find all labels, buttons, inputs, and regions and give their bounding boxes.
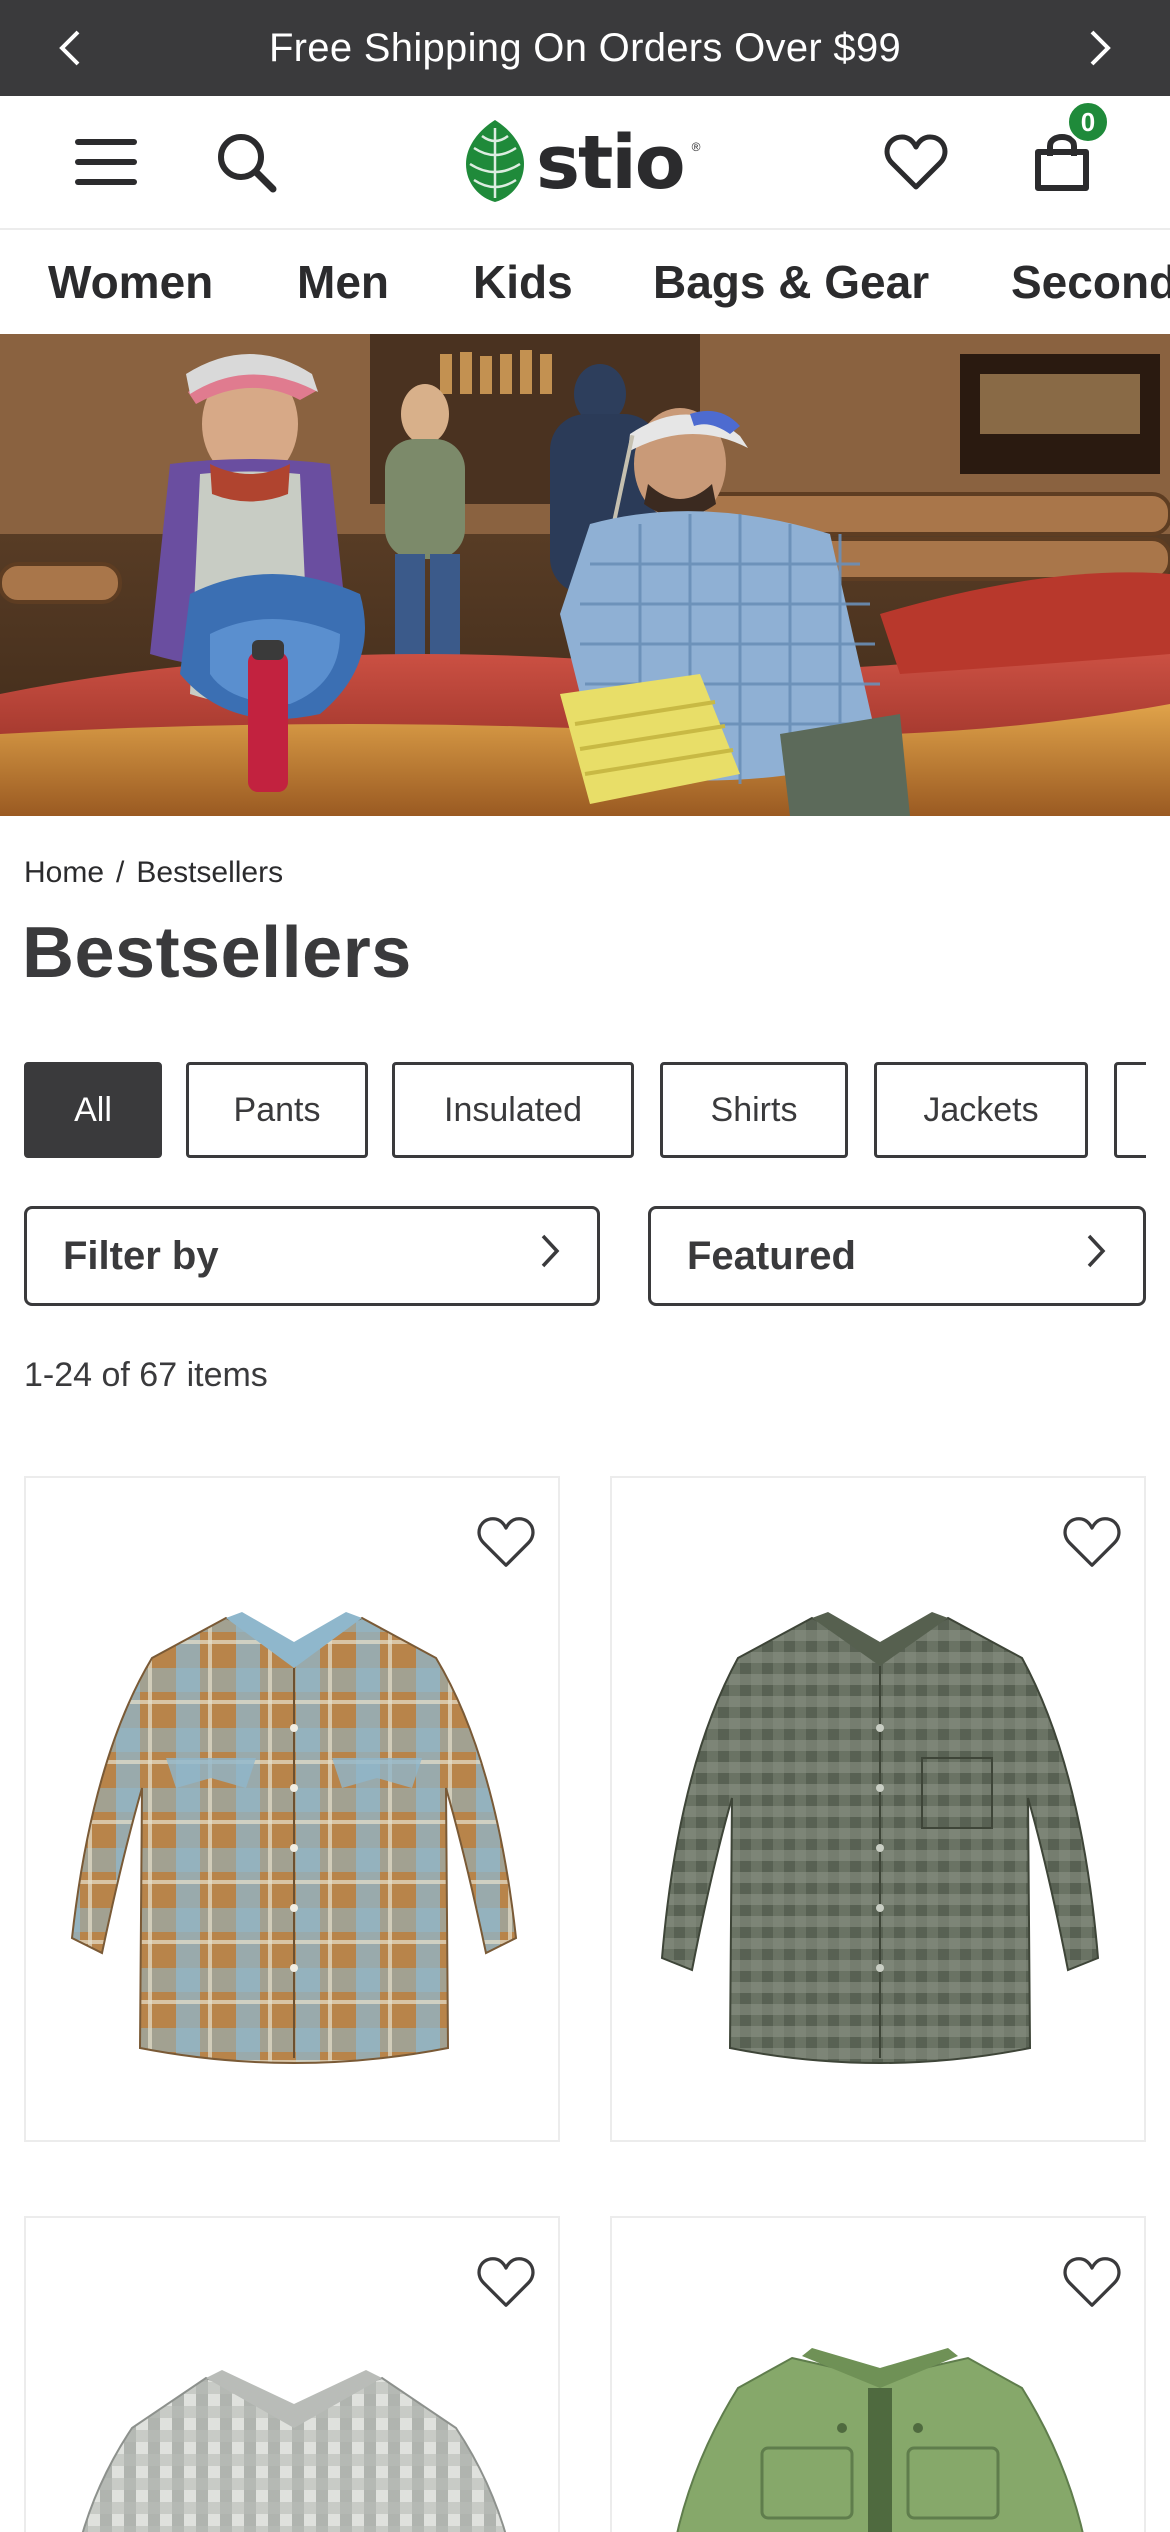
nav-bags-gear[interactable]: Bags & Gear [653, 254, 929, 310]
chip-insulated[interactable]: Insulated [392, 1062, 634, 1158]
heart-icon[interactable] [474, 1512, 538, 1572]
heart-icon[interactable] [474, 2252, 538, 2312]
cart-count-badge: 0 [1066, 100, 1110, 144]
hero-banner-image [0, 334, 1170, 816]
nav-second[interactable]: Second [1011, 254, 1170, 310]
heart-icon[interactable] [878, 126, 954, 198]
menu-icon[interactable] [68, 126, 144, 198]
page-title: Bestsellers [22, 913, 412, 993]
promo-bar: Free Shipping On Orders Over $99 [0, 0, 1170, 96]
chip-pants[interactable]: Pants [186, 1062, 368, 1158]
chevron-left-icon[interactable] [44, 22, 96, 74]
results-count: 1-24 of 67 items [24, 1356, 268, 1394]
sort-featured-button[interactable]: Featured [648, 1206, 1146, 1306]
chip-shirts[interactable]: Shirts [660, 1062, 848, 1158]
pinecone-icon [462, 118, 528, 209]
product-card[interactable] [610, 2216, 1146, 2532]
heart-icon[interactable] [1060, 1512, 1124, 1572]
product-image [676, 2348, 1084, 2532]
filter-by-button[interactable]: Filter by [24, 1206, 600, 1306]
chevron-right-icon [1085, 1233, 1107, 1279]
product-image [81, 2370, 507, 2532]
nav-kids[interactable]: Kids [473, 254, 573, 310]
promo-text[interactable]: Free Shipping On Orders Over $99 [269, 26, 901, 71]
chevron-right-icon[interactable] [1074, 22, 1126, 74]
chevron-right-icon [539, 1233, 561, 1279]
product-card[interactable] [24, 2216, 560, 2532]
chip-more-partial[interactable] [1114, 1062, 1146, 1158]
registered-mark: ® [691, 140, 701, 154]
breadcrumb-current: Bestsellers [136, 856, 284, 889]
filter-by-label: Filter by [63, 1233, 219, 1278]
heart-icon[interactable] [1060, 2252, 1124, 2312]
category-chips: All Pants Insulated Shirts Jackets [24, 1062, 1146, 1158]
nav-women[interactable]: Women [48, 254, 213, 310]
chip-jackets[interactable]: Jackets [874, 1062, 1088, 1158]
product-card[interactable] [610, 1476, 1146, 2142]
product-card[interactable] [24, 1476, 560, 2142]
category-nav: Women Men Kids Bags & Gear Second [0, 230, 1170, 334]
nav-men[interactable]: Men [297, 254, 389, 310]
product-image [660, 1612, 1100, 2064]
product-image [70, 1612, 518, 2064]
stio-logo[interactable]: stio ® [462, 118, 700, 208]
search-icon[interactable] [210, 126, 282, 198]
breadcrumb-home[interactable]: Home [24, 856, 104, 890]
logo-wordmark: stio [536, 120, 686, 206]
breadcrumb-separator: / [116, 856, 125, 889]
sort-label: Featured [687, 1233, 856, 1278]
breadcrumb: Home / Bestsellers [24, 856, 283, 890]
chip-all[interactable]: All [24, 1062, 162, 1158]
site-header: stio ® [0, 96, 1170, 230]
